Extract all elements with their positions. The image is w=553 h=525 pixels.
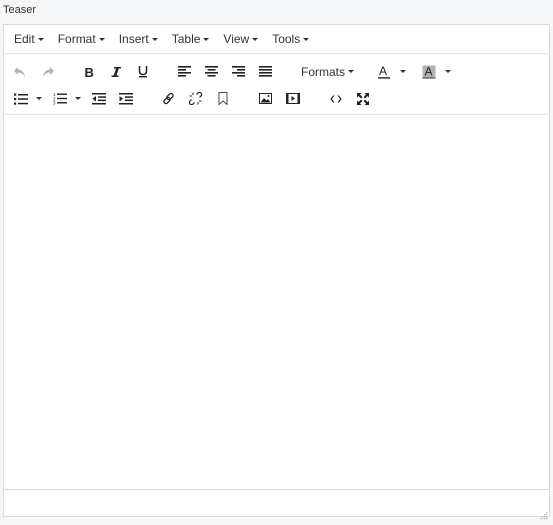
- background-color-icon: A: [422, 65, 436, 79]
- fullscreen-button[interactable]: [352, 88, 374, 110]
- image-icon: [259, 93, 272, 104]
- bold-icon: B: [85, 66, 94, 78]
- rich-text-editor: Edit Format Insert Table View Tools B Fo…: [3, 24, 550, 520]
- italic-button[interactable]: [105, 61, 127, 83]
- unlink-icon: [189, 92, 202, 105]
- statusbar: [4, 489, 549, 520]
- link-icon: [163, 92, 174, 105]
- menu-table-label: Table: [171, 32, 201, 46]
- formats-dropdown[interactable]: Formats: [297, 61, 358, 83]
- media-icon: [285, 93, 300, 104]
- link-button[interactable]: [158, 88, 180, 110]
- caret-down-icon: [98, 37, 105, 41]
- field-label: Teaser: [3, 4, 37, 16]
- menu-tools[interactable]: Tools: [265, 28, 316, 50]
- caret-down-icon: [348, 70, 355, 73]
- caret-down-icon: [303, 37, 310, 41]
- underline-icon: [138, 66, 148, 78]
- menu-table[interactable]: Table: [165, 28, 217, 50]
- redo-button[interactable]: [37, 61, 59, 83]
- text-color-dropdown[interactable]: [397, 61, 409, 83]
- toolbar-row-2: 123: [4, 85, 549, 112]
- menu-view-label: View: [223, 32, 250, 46]
- align-right-button[interactable]: [227, 61, 249, 83]
- indent-icon: [118, 92, 133, 104]
- bullet-list-button[interactable]: [10, 88, 32, 110]
- caret-down-icon: [74, 97, 81, 100]
- caret-down-icon: [151, 37, 158, 41]
- outdent-button[interactable]: [88, 88, 110, 110]
- svg-text:B: B: [85, 66, 94, 78]
- toolbar: B Formats A A 1 2 3: [4, 54, 549, 115]
- undo-icon: [13, 66, 25, 77]
- bullet-list-icon: [13, 93, 28, 105]
- editor-content-area[interactable]: [4, 115, 549, 490]
- fullscreen-icon: [356, 92, 369, 105]
- menu-view[interactable]: View: [216, 28, 265, 50]
- background-color-dropdown[interactable]: [442, 61, 454, 83]
- formats-label: Formats: [301, 64, 346, 79]
- align-justify-icon: [258, 66, 272, 77]
- redo-icon: [43, 66, 54, 77]
- underline-button[interactable]: [132, 61, 154, 83]
- insert-image-button[interactable]: [255, 88, 277, 110]
- menubar: Edit Format Insert Table View Tools: [4, 25, 549, 54]
- align-center-button[interactable]: [200, 61, 222, 83]
- svg-text:A: A: [424, 65, 432, 79]
- background-color-button[interactable]: A: [418, 61, 440, 83]
- menu-insert[interactable]: Insert: [112, 28, 165, 50]
- numbered-list-button[interactable]: 123: [49, 88, 71, 110]
- menu-insert-label: Insert: [118, 32, 149, 46]
- menu-format[interactable]: Format: [51, 28, 112, 50]
- menu-format-label: Format: [57, 32, 96, 46]
- align-justify-button[interactable]: [254, 61, 276, 83]
- text-color-button[interactable]: A: [373, 61, 395, 83]
- text-color-icon: A: [378, 65, 391, 79]
- caret-down-icon: [203, 37, 210, 41]
- numbered-list-dropdown[interactable]: [73, 88, 83, 110]
- align-right-icon: [231, 66, 245, 77]
- svg-text:3: 3: [53, 101, 56, 105]
- menu-tools-label: Tools: [272, 32, 301, 46]
- bookmark-button[interactable]: [212, 88, 234, 110]
- caret-down-icon: [400, 70, 407, 73]
- bold-button[interactable]: B: [78, 61, 100, 83]
- resize-handle[interactable]: [540, 507, 548, 520]
- menu-edit[interactable]: Edit: [7, 28, 51, 50]
- outdent-icon: [91, 92, 106, 104]
- undo-button[interactable]: [9, 61, 31, 83]
- menu-edit-label: Edit: [14, 32, 35, 46]
- insert-media-button[interactable]: [282, 88, 304, 110]
- unlink-button[interactable]: [185, 88, 207, 110]
- svg-text:A: A: [379, 65, 387, 78]
- caret-down-icon: [37, 37, 44, 41]
- source-code-button[interactable]: [325, 88, 347, 110]
- caret-down-icon: [35, 97, 42, 100]
- caret-down-icon: [444, 70, 451, 73]
- bullet-list-dropdown[interactable]: [34, 88, 44, 110]
- code-icon: [329, 94, 342, 103]
- align-left-button[interactable]: [173, 61, 195, 83]
- align-center-icon: [204, 66, 218, 77]
- align-left-icon: [177, 66, 191, 77]
- bookmark-icon: [218, 92, 227, 105]
- indent-button[interactable]: [115, 88, 137, 110]
- caret-down-icon: [252, 37, 259, 41]
- italic-icon: [111, 66, 121, 77]
- toolbar-row-1: B Formats A A: [4, 58, 549, 85]
- numbered-list-icon: 123: [53, 92, 67, 105]
